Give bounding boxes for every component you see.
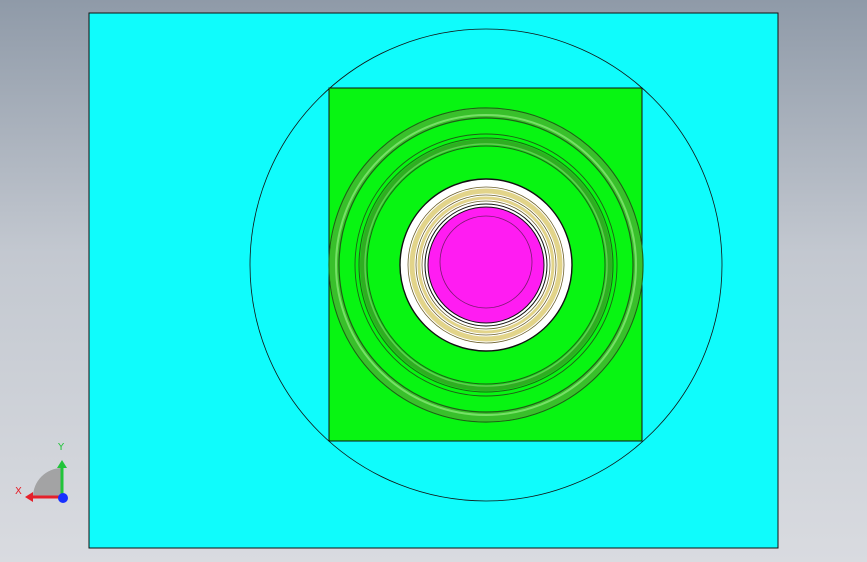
model-view[interactable] (0, 0, 867, 562)
axis-triad (25, 460, 68, 503)
cad-3d-viewport[interactable]: X Y (0, 0, 867, 562)
triad-plane-icon (33, 468, 62, 497)
z-axis-dot-icon (58, 493, 68, 503)
core-pin[interactable] (427, 206, 545, 324)
x-axis-label: X (15, 486, 22, 497)
y-axis-label: Y (58, 442, 65, 453)
